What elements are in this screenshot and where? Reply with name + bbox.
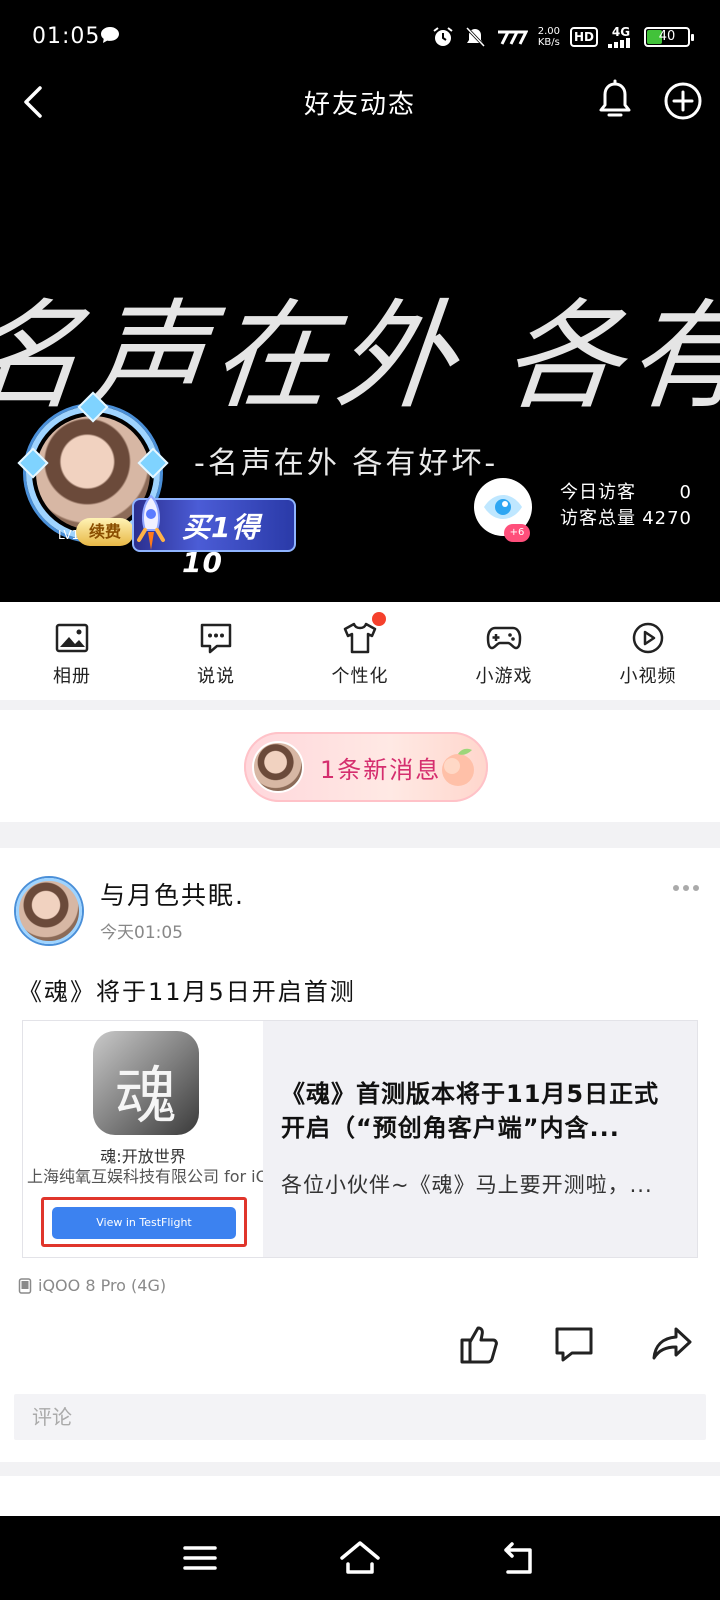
comment-icon[interactable] (550, 1320, 598, 1368)
post-text: 《魂》将于11月5日开启首测 (18, 978, 356, 1006)
quick-nav-album[interactable]: 相册 (0, 602, 144, 700)
today-visitors-row: 今日访客 0 (560, 480, 692, 506)
play-circle-icon (632, 622, 664, 654)
alarm-icon (433, 27, 453, 46)
network-speed-value: 2.00 (537, 26, 560, 37)
next-post-preview (0, 1476, 720, 1516)
mute-bell-icon (465, 26, 485, 48)
new-message-pill[interactable]: 1条新消息 (244, 732, 488, 802)
speech-bubble-icon (200, 623, 232, 654)
shared-link-thumbnail: 魂 魂:开放世界 上海纯氧互娱科技有限公司 for iOS View in Te… (23, 1021, 263, 1257)
quick-nav-label: 个性化 (331, 666, 389, 687)
comment-input[interactable] (14, 1394, 706, 1440)
total-visitors-label: 访客总量 (560, 508, 636, 529)
cell-bars-icon (608, 38, 630, 48)
quick-nav-label: 小视频 (619, 666, 677, 687)
app-icon-glyph: 魂 (114, 1059, 177, 1132)
quick-nav-label: 小游戏 (475, 666, 533, 687)
shared-link-card[interactable]: 魂 魂:开放世界 上海纯氧互娱科技有限公司 for iOS View in Te… (22, 1020, 698, 1258)
status-icons: 2.00 KB/s HD 4G 40 (432, 22, 694, 52)
new-message-section: 1条新消息 (0, 710, 720, 822)
post-time: 今天01:05 (100, 923, 183, 943)
quick-nav-games[interactable]: 小游戏 (432, 602, 576, 700)
back-nav-icon[interactable] (496, 1534, 544, 1582)
network-speed: 2.00 KB/s (538, 26, 560, 48)
phone-icon (18, 1277, 32, 1294)
tshirt-icon (343, 622, 377, 654)
shared-link-title: 《魂》首测版本将于11月5日正式开启（“预创角客户端”内含... (281, 1080, 660, 1142)
promo-label: 买1得10 (182, 511, 261, 579)
cellular-indicator: 4G (608, 26, 634, 48)
visitor-stats[interactable]: 今日访客 0 访客总量 4270 (560, 480, 692, 532)
new-message-label: 1条新消息 (320, 756, 442, 784)
today-visitors-label: 今日访客 (560, 482, 636, 503)
avatar (252, 741, 304, 793)
author-avatar[interactable] (16, 878, 82, 944)
visitor-count-badge: +6 (504, 524, 530, 542)
battery-icon: 40 (644, 27, 694, 47)
status-bar: 01:05 2.00 KB/s HD 4G 40 (0, 0, 720, 76)
menu-icon[interactable] (176, 1534, 224, 1582)
device-name: iQOO 8 Pro (4G) (38, 1276, 167, 1295)
photo-album-icon (55, 623, 89, 653)
highlight-frame: View in TestFlight (41, 1197, 247, 1247)
network-speed-unit: KB/s (537, 37, 560, 48)
renew-badge[interactable]: 续费 (76, 518, 134, 546)
home-icon[interactable] (336, 1534, 384, 1582)
today-visitors-value: 0 (679, 482, 692, 503)
post-device: iQOO 8 Pro (4G) (18, 1276, 166, 1295)
network-type: 4G (611, 25, 631, 39)
post-author[interactable]: 与月色共眠. (100, 876, 245, 912)
quick-nav: 相册 说说 个性化 小游戏 小视频 (0, 602, 720, 700)
quick-nav-moments[interactable]: 说说 (144, 602, 288, 700)
hd-badge: HD (569, 27, 598, 47)
battery-level: 40 (658, 29, 676, 44)
gamepad-icon (486, 626, 522, 650)
chat-notification-icon (101, 27, 119, 43)
total-visitors-value: 4270 (642, 508, 692, 529)
quick-nav-label: 说说 (197, 666, 235, 687)
quick-nav-personalize[interactable]: 个性化 (288, 602, 432, 700)
add-post-icon[interactable] (660, 78, 706, 124)
notification-bell-icon[interactable] (592, 78, 638, 124)
signal-strength-icon (497, 30, 528, 45)
app-developer: 上海纯氧互娱科技有限公司 for iOS (27, 1167, 263, 1186)
like-thumb-icon[interactable] (456, 1320, 504, 1368)
feed-post: 与月色共眠. 今天01:05 《魂》将于11月5日开启首测 魂 魂:开放世界 上… (0, 848, 720, 1462)
banner-subtitle: -名声在外 各有好坏- (194, 446, 499, 481)
rocket-icon (137, 494, 165, 550)
more-options-icon[interactable] (666, 876, 706, 900)
shared-link-description: 各位小伙伴~《魂》马上要开测啦，... (281, 1173, 653, 1197)
peach-icon (442, 748, 474, 786)
app-icon: 魂 (93, 1031, 199, 1135)
post-actions (0, 1320, 720, 1380)
testflight-button: View in TestFlight (52, 1207, 236, 1239)
red-dot-badge (372, 612, 386, 626)
share-arrow-icon[interactable] (648, 1320, 696, 1368)
quick-nav-label: 相册 (53, 666, 91, 687)
quick-nav-videos[interactable]: 小视频 (576, 602, 720, 700)
clock: 01:05 (32, 24, 101, 49)
promo-banner[interactable]: 买1得10 (132, 494, 296, 579)
system-nav-bar (0, 1516, 720, 1600)
total-visitors-row: 访客总量 4270 (560, 506, 692, 532)
